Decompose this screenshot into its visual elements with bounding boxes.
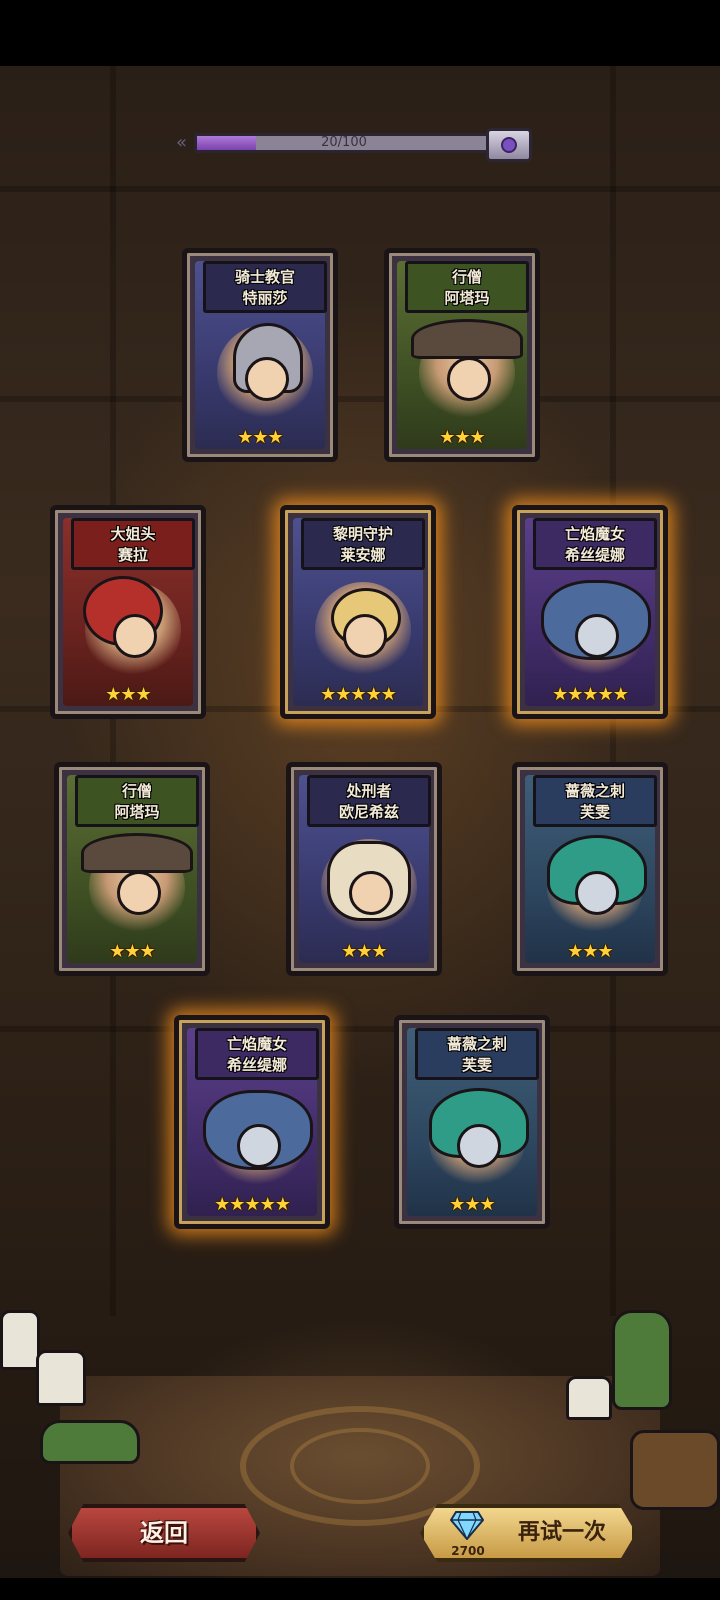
hero-name-plate: 骑士教官 特丽莎 <box>203 261 327 313</box>
hero-face <box>575 871 619 915</box>
hero-title: 黎明守护 <box>332 525 393 543</box>
star-rating: ★★★ <box>439 427 485 448</box>
barrel-decor <box>630 1430 720 1510</box>
hero-face <box>349 871 393 915</box>
hero-name: 阿塔玛 <box>444 289 490 307</box>
hero-name-plate: 蔷薇之刺 芙雯 <box>533 775 657 827</box>
hero-name: 芙雯 <box>579 803 610 821</box>
star-rating: ★★★ <box>341 941 387 962</box>
hero-title: 行僧 <box>451 268 482 286</box>
top-bar <box>0 0 720 66</box>
hero-face <box>343 614 387 658</box>
star-rating: ★★★ <box>449 1194 495 1215</box>
hero-face <box>237 1124 281 1168</box>
candle-decor <box>36 1350 86 1406</box>
chest-gem-icon <box>501 137 517 153</box>
hero-title: 亡焰魔女 <box>564 525 625 543</box>
hero-hat-art <box>411 319 523 359</box>
hero-name: 赛拉 <box>117 546 148 564</box>
hero-name-plate: 大姐头 赛拉 <box>71 518 195 570</box>
hero-name-plate: 蔷薇之刺 芙雯 <box>415 1028 539 1080</box>
hero-title: 亡焰魔女 <box>226 1035 287 1053</box>
hero-face <box>245 357 289 401</box>
hero-title: 行僧 <box>121 782 152 800</box>
retry-cost: 2700 <box>451 1544 485 1558</box>
hero-name-plate: 行僧 阿塔玛 <box>405 261 529 313</box>
hero-card[interactable]: 行僧阿塔玛 ★★★ <box>384 248 540 462</box>
hero-name: 希丝缇娜 <box>564 546 625 564</box>
hero-name: 莱安娜 <box>340 546 386 564</box>
diamond-icon <box>450 1511 484 1540</box>
hero-card[interactable]: 行僧阿塔玛 ★★★ <box>54 762 210 976</box>
back-button-label: 返回 <box>140 1519 188 1547</box>
hero-name-plate: 亡焰魔女 希丝缇娜 <box>195 1028 319 1080</box>
hero-title: 蔷薇之刺 <box>446 1035 507 1053</box>
star-rating: ★★★ <box>567 941 613 962</box>
reward-chest-icon[interactable] <box>486 128 532 162</box>
hero-face <box>447 357 491 401</box>
progress-text: 20/100 <box>321 135 367 150</box>
hero-card[interactable]: 处刑者欧尼希兹 ★★★ <box>286 762 442 976</box>
rune-circle-inner <box>290 1428 430 1504</box>
hero-face <box>457 1124 501 1168</box>
candle-decor <box>566 1376 612 1420</box>
hero-title: 蔷薇之刺 <box>564 782 625 800</box>
hero-card[interactable]: 骑士教官特丽莎 ★★★ <box>182 248 338 462</box>
hero-name-plate: 亡焰魔女 希丝缇娜 <box>533 518 657 570</box>
bottle-decor <box>612 1310 672 1410</box>
bottom-bar <box>0 1578 720 1600</box>
hero-name: 特丽莎 <box>242 289 288 307</box>
candle-decor <box>0 1310 40 1370</box>
hero-name-plate: 处刑者 欧尼希兹 <box>307 775 431 827</box>
retry-button-label: 再试一次 <box>517 1520 606 1545</box>
hero-name: 希丝缇娜 <box>226 1056 287 1074</box>
hero-card[interactable]: 大姐头赛拉 ★★★ <box>50 505 206 719</box>
hero-title: 骑士教官 <box>234 268 295 286</box>
hero-card[interactable]: 亡焰魔女希丝缇娜 ★★★★★ <box>512 505 668 719</box>
bottle-decor <box>40 1420 140 1464</box>
star-rating: ★★★ <box>105 684 151 705</box>
hero-title: 处刑者 <box>346 782 392 800</box>
hero-name-plate: 黎明守护 莱安娜 <box>301 518 425 570</box>
hero-card[interactable]: 蔷薇之刺芙雯 ★★★ <box>512 762 668 976</box>
hero-card[interactable]: 黎明守护莱安娜 ★★★★★ <box>280 505 436 719</box>
star-rating: ★★★ <box>109 941 155 962</box>
hero-title: 大姐头 <box>110 525 156 543</box>
hero-name-plate: 行僧 阿塔玛 <box>75 775 199 827</box>
hero-name: 欧尼希兹 <box>338 803 399 821</box>
hero-face <box>113 614 157 658</box>
hero-name: 阿塔玛 <box>114 803 160 821</box>
hero-card[interactable]: 亡焰魔女希丝缇娜 ★★★★★ <box>174 1015 330 1229</box>
star-rating: ★★★★★ <box>320 684 397 705</box>
back-button[interactable]: 返回 <box>68 1504 260 1562</box>
summon-progress: « 20/100 <box>176 128 534 162</box>
star-rating: ★★★★★ <box>552 684 629 705</box>
star-rating: ★★★ <box>237 427 283 448</box>
star-rating: ★★★★★ <box>214 1194 291 1215</box>
hero-name: 芙雯 <box>461 1056 492 1074</box>
hero-card[interactable]: 蔷薇之刺芙雯 ★★★ <box>394 1015 550 1229</box>
hero-face <box>117 871 161 915</box>
hero-face <box>575 614 619 658</box>
hero-hat-art <box>81 833 193 873</box>
